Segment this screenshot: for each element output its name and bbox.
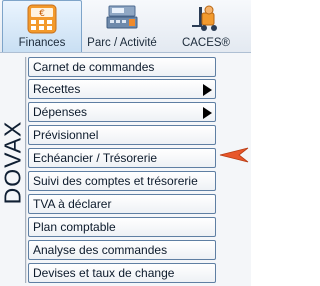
cash-register-icon: [105, 3, 139, 34]
panel-title: DOVAX: [0, 120, 26, 204]
tab-parc-activite-label: Parc / Activité: [87, 37, 157, 49]
pointer-arrow-icon: [219, 146, 249, 167]
tab-caces[interactable]: CACES®: [166, 0, 246, 52]
menu-item-label: Recettes: [33, 82, 81, 96]
menu-item-suivi-comptes[interactable]: Suivi des comptes et trésorerie: [28, 171, 216, 191]
menu-item-label: Echéancier / Trésorerie: [33, 151, 158, 165]
menu-item-label: Carnet de commandes: [33, 60, 155, 74]
submenu-arrow-icon: [203, 84, 212, 96]
menu-item-label: Dépenses: [33, 105, 88, 119]
menu-item-tva[interactable]: TVA à déclarer: [28, 194, 216, 214]
menu-item-analyse-commandes[interactable]: Analyse des commandes: [28, 240, 216, 260]
finance-menu-panel: DOVAX Carnet de commandes Recettes Dépen…: [0, 53, 251, 286]
menu-item-label: Prévisionnel: [33, 128, 99, 142]
menu-item-label: Analyse des commandes: [33, 243, 168, 257]
tab-finances[interactable]: € Finances: [2, 0, 82, 52]
menu-item-carnet-de-commandes[interactable]: Carnet de commandes: [28, 57, 216, 77]
menu-item-plan-comptable[interactable]: Plan comptable: [28, 217, 216, 237]
menu-item-label: Plan comptable: [33, 220, 116, 234]
menu-item-echeancier-tresorerie[interactable]: Echéancier / Trésorerie: [28, 148, 216, 168]
menu-item-recettes[interactable]: Recettes: [28, 79, 216, 99]
menu-item-label: Suivi des comptes et trésorerie: [33, 174, 198, 188]
tab-caces-label: CACES®: [181, 37, 231, 49]
tab-parc-activite[interactable]: Parc / Activité: [84, 0, 160, 52]
menu-item-label: TVA à déclarer: [33, 197, 112, 211]
menu-item-depenses[interactable]: Dépenses: [28, 102, 216, 122]
menu-item-previsionnel[interactable]: Prévisionnel: [28, 125, 216, 145]
tab-finances-label: Finances: [18, 37, 66, 49]
module-tab-bar: € Finances Parc / Activité CACES®: [0, 0, 251, 53]
svg-text:€: €: [39, 9, 45, 19]
forklift-icon: [190, 3, 222, 36]
menu-item-label: Devises et taux de change: [33, 266, 175, 280]
panel-divider: [25, 57, 27, 283]
menu-item-devises[interactable]: Devises et taux de change: [28, 263, 216, 283]
calculator-euro-icon: €: [27, 4, 57, 37]
submenu-arrow-icon: [203, 107, 212, 119]
